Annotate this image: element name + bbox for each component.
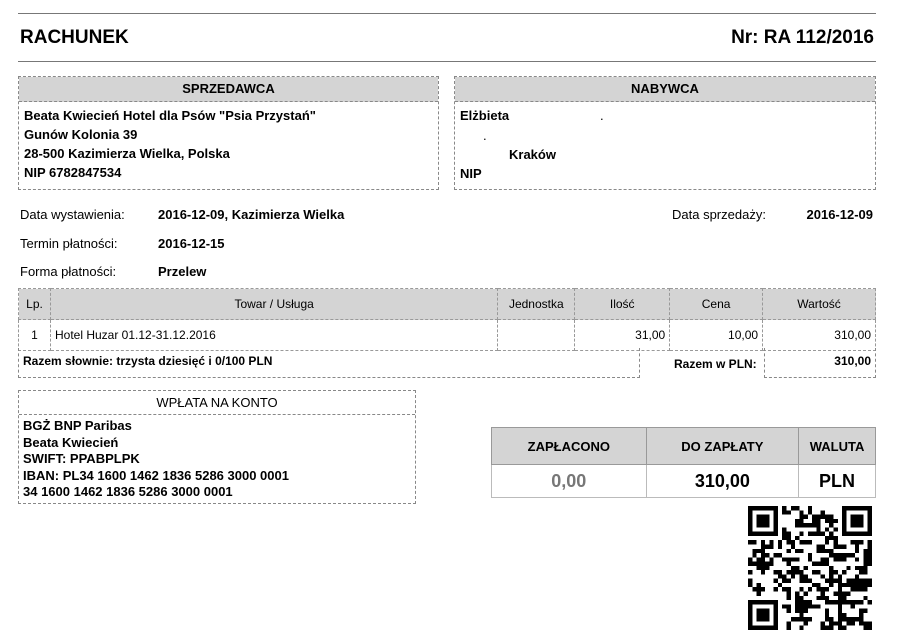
col-price: Cena — [669, 288, 764, 320]
seller-name: Beata Kwiecień Hotel dla Psów "Psia Przy… — [24, 108, 316, 123]
document-number: Nr: RA 112/2016 — [731, 27, 874, 48]
sale-date-value: 2016-12-09 — [806, 207, 874, 222]
paid-value: 0,00 — [491, 464, 647, 498]
buyer-city: Kraków — [509, 147, 556, 162]
buyer-redacted-dot: . — [600, 108, 604, 123]
bank-swift: SWIFT: PPABPLPK — [23, 451, 140, 466]
seller-box: SPRZEDAWCA Beata Kwiecień Hotel dla Psów… — [18, 76, 439, 190]
seller-nip: NIP 6782847534 — [24, 165, 122, 180]
col-lp: Lp. — [18, 288, 51, 320]
due-date-label: Termin płatności: — [20, 236, 118, 251]
bank-heading: WPŁATA NA KONTO — [19, 391, 415, 415]
row-price: 10,00 — [669, 319, 764, 351]
buyer-nip: NIP — [460, 166, 482, 181]
row-quantity: 31,00 — [574, 319, 671, 351]
total-value-box: 310,00 — [764, 348, 876, 378]
bank-name: BGŻ BNP Paribas — [23, 418, 132, 433]
amount-in-words: Razem słownie: trzysta dziesięć i 0/100 … — [23, 354, 273, 368]
document-title: RACHUNEK — [20, 27, 129, 48]
row-product: Hotel Huzar 01.12-31.12.2016 — [49, 319, 499, 351]
issue-date-label: Data wystawienia: — [20, 207, 125, 222]
issue-date-value: 2016-12-09, Kazimierza Wielka — [158, 207, 345, 222]
paid-label: ZAPŁACONO — [491, 427, 647, 465]
top-rule — [18, 13, 876, 14]
buyer-heading: NABYWCA — [455, 77, 875, 102]
col-product: Towar / Usługa — [49, 288, 499, 320]
currency-label: WALUTA — [798, 427, 876, 465]
seller-city: 28-500 Kazimierza Wielka, Polska — [24, 146, 230, 161]
table-row: 1 Hotel Huzar 01.12-31.12.2016 31,00 10,… — [18, 319, 876, 351]
col-value: Wartość — [762, 288, 876, 320]
buyer-redacted-dot-2: . — [483, 128, 487, 143]
bank-iban: IBAN: PL34 1600 1462 1836 5286 3000 0001 — [23, 467, 289, 483]
qr-code — [748, 506, 872, 630]
payment-method-label: Forma płatności: — [20, 264, 117, 279]
sale-date-label: Data sprzedaży: — [672, 207, 766, 222]
payment-summary: ZAPŁACONO DO ZAPŁATY WALUTA 0,00 310,00 … — [491, 427, 876, 498]
total-label: Razem w PLN: — [674, 357, 757, 371]
row-unit — [497, 319, 576, 351]
row-value: 310,00 — [762, 319, 876, 351]
amount-in-words-box: Razem słownie: trzysta dziesięć i 0/100 … — [18, 348, 640, 378]
bank-holder: Beata Kwiecień — [23, 434, 119, 450]
items-table: Lp. Towar / Usługa Jednostka Ilość Cena … — [18, 288, 876, 351]
buyer-box: NABYWCA Elżbieta . . Kraków NIP — [454, 76, 876, 190]
seller-heading: SPRZEDAWCA — [19, 77, 438, 102]
header-rule — [18, 61, 876, 62]
row-lp: 1 — [18, 319, 51, 351]
bank-box: WPŁATA NA KONTO BGŻ BNP Paribas Beata Kw… — [18, 390, 416, 504]
col-quantity: Ilość — [574, 288, 671, 320]
amount-due-label: DO ZAPŁATY — [645, 427, 800, 465]
buyer-name: Elżbieta — [460, 108, 510, 123]
items-header-row: Lp. Towar / Usługa Jednostka Ilość Cena … — [18, 288, 876, 320]
total-value: 310,00 — [834, 354, 871, 368]
bank-account: 34 1600 1462 1836 5286 3000 0001 — [23, 484, 233, 499]
due-date-value: 2016-12-15 — [158, 236, 225, 251]
currency-value: PLN — [798, 464, 876, 498]
col-unit: Jednostka — [497, 288, 576, 320]
amount-due-value: 310,00 — [645, 464, 800, 498]
seller-street: Gunów Kolonia 39 — [24, 127, 138, 142]
payment-method-value: Przelew — [158, 264, 207, 279]
